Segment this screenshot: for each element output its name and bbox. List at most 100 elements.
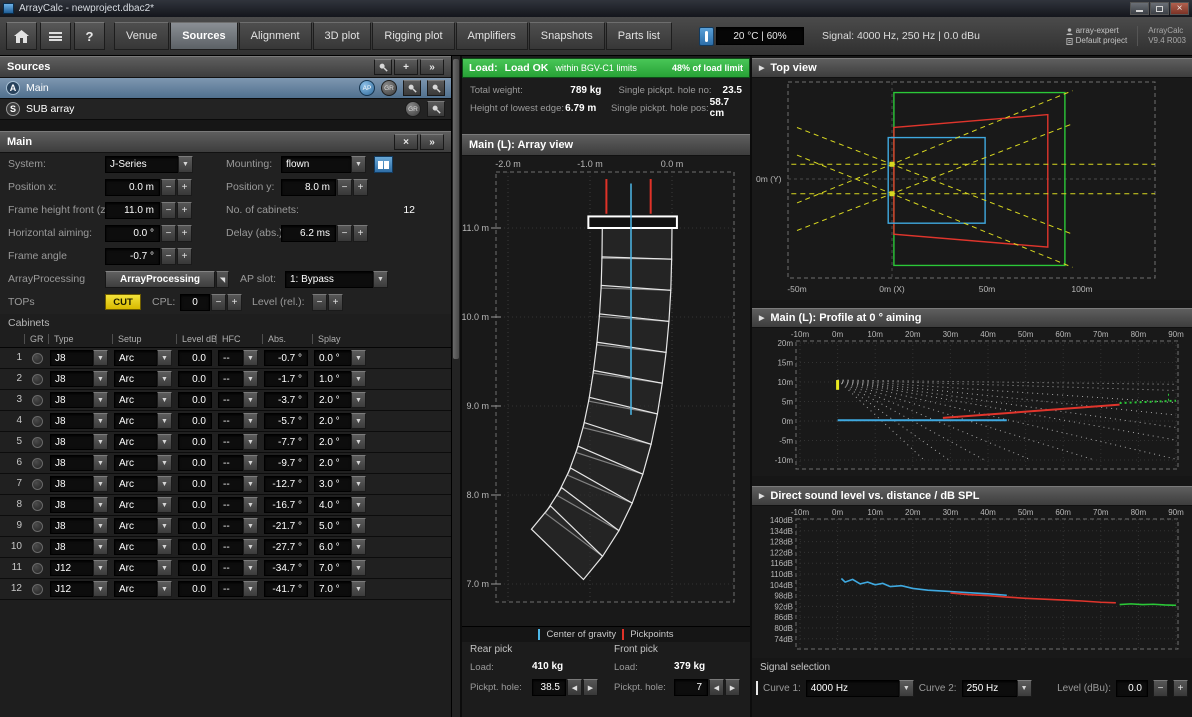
cabinet-setup-dropdown[interactable]: Arc▼ (114, 518, 172, 534)
position-y-field[interactable]: 8.0 m (281, 179, 336, 196)
cabinet-splay-dropdown[interactable]: 5.0 °▼ (314, 518, 366, 534)
cabinet-level-field[interactable]: 0.0 (178, 371, 212, 387)
cabinet-splay-dropdown[interactable]: 2.0 °▼ (314, 413, 366, 429)
cabinet-hfc-dropdown[interactable]: --▼ (218, 350, 258, 366)
cabinet-level-field[interactable]: 0.0 (178, 581, 212, 597)
cabinet-abs-field[interactable]: -34.7 ° (264, 560, 308, 576)
cabinet-hfc-dropdown[interactable]: --▼ (218, 497, 258, 513)
rear-hole-field[interactable]: 38.5 (532, 679, 566, 696)
pin-source-button[interactable] (427, 101, 445, 117)
cabinet-abs-field[interactable]: -41.7 ° (264, 581, 308, 597)
system-dropdown[interactable]: J-Series▼ (105, 156, 193, 173)
sources-scrollbar[interactable] (451, 56, 460, 717)
cabinet-type-dropdown[interactable]: J8▼ (50, 350, 108, 366)
front-hole-prev-button[interactable]: ◀ (709, 679, 724, 696)
cabinet-abs-field[interactable]: -21.7 ° (264, 518, 308, 534)
climate-widget[interactable]: 20 °C | 60% (699, 27, 804, 46)
cabinet-hfc-dropdown[interactable]: --▼ (218, 518, 258, 534)
cabinet-level-field[interactable]: 0.0 (178, 392, 212, 408)
tab-alignment[interactable]: Alignment (239, 22, 312, 50)
home-button[interactable] (6, 22, 37, 50)
cabinet-splay-dropdown[interactable]: 4.0 °▼ (314, 497, 366, 513)
level-dbu-plus-button[interactable]: + (1173, 680, 1188, 697)
cabinet-level-field[interactable]: 0.0 (178, 560, 212, 576)
tab-amplifiers[interactable]: Amplifiers (456, 22, 528, 50)
level-dbu-minus-button[interactable]: − (1153, 680, 1168, 697)
top-view-header[interactable]: ▶ Top view (752, 58, 1192, 78)
cabinet-level-field[interactable]: 0.0 (178, 413, 212, 429)
level-rel-plus-button[interactable]: + (328, 294, 343, 311)
cabinet-type-dropdown[interactable]: J8▼ (50, 434, 108, 450)
delay-field[interactable]: 6.2 ms (281, 225, 336, 242)
cabinet-splay-dropdown[interactable]: 6.0 °▼ (314, 539, 366, 555)
cabinet-level-field[interactable]: 0.0 (178, 476, 212, 492)
cabinet-splay-dropdown[interactable]: 2.0 °▼ (314, 455, 366, 471)
tab-snapshots[interactable]: Snapshots (529, 22, 605, 50)
gr-radio[interactable] (32, 542, 43, 553)
frame-angle-field[interactable]: -0.7 ° (105, 248, 160, 265)
cabinet-setup-dropdown[interactable]: Arc▼ (114, 350, 172, 366)
mounting-dropdown[interactable]: flown▼ (281, 156, 366, 173)
tab-3d-plot[interactable]: 3D plot (313, 22, 372, 50)
cabinet-level-field[interactable]: 0.0 (178, 350, 212, 366)
rear-hole-prev-button[interactable]: ◀ (567, 679, 582, 696)
cpl-plus-button[interactable]: + (227, 294, 242, 311)
cabinet-setup-dropdown[interactable]: Arc▼ (114, 560, 172, 576)
cabinet-abs-field[interactable]: -3.7 ° (264, 392, 308, 408)
position-y-minus-button[interactable]: − (337, 179, 352, 196)
cabinet-setup-dropdown[interactable]: Arc▼ (114, 476, 172, 492)
gr-radio[interactable] (32, 563, 43, 574)
detail-collapse-button[interactable]: » (420, 134, 444, 150)
maximize-button[interactable] (1150, 2, 1169, 15)
pin-source-button-2[interactable] (427, 80, 445, 96)
cabinet-type-dropdown[interactable]: J8▼ (50, 539, 108, 555)
gr-radio[interactable] (32, 395, 43, 406)
delay-minus-button[interactable]: − (337, 225, 352, 242)
ap-chip[interactable]: AP (359, 80, 375, 96)
position-x-minus-button[interactable]: − (161, 179, 176, 196)
level-rel-minus-button[interactable]: − (312, 294, 327, 311)
gr-radio[interactable] (32, 374, 43, 385)
gr-chip[interactable]: GR (405, 101, 421, 117)
gr-radio[interactable] (32, 521, 43, 532)
cabinet-abs-field[interactable]: -16.7 ° (264, 497, 308, 513)
cabinet-setup-dropdown[interactable]: Arc▼ (114, 392, 172, 408)
minimize-button[interactable] (1130, 2, 1149, 15)
sources-collapse-button[interactable]: » (420, 59, 444, 75)
cabinet-type-dropdown[interactable]: J8▼ (50, 476, 108, 492)
cabinet-abs-field[interactable]: -0.7 ° (264, 350, 308, 366)
position-x-field[interactable]: 0.0 m (105, 179, 160, 196)
scrollbar-thumb[interactable] (453, 59, 459, 359)
cut-button[interactable]: CUT (105, 294, 141, 310)
cabinet-abs-field[interactable]: -5.7 ° (264, 413, 308, 429)
cabinet-abs-field[interactable]: -7.7 ° (264, 434, 308, 450)
cabinet-setup-dropdown[interactable]: Arc▼ (114, 497, 172, 513)
profile-header[interactable]: ▶ Main (L): Profile at 0 ° aiming (752, 308, 1192, 328)
cabinet-type-dropdown[interactable]: J8▼ (50, 455, 108, 471)
gr-radio[interactable] (32, 500, 43, 511)
add-source-button[interactable]: + (394, 59, 418, 75)
position-x-plus-button[interactable]: + (177, 179, 192, 196)
close-button[interactable]: × (1170, 2, 1189, 15)
tab-parts-list[interactable]: Parts list (606, 22, 672, 50)
gr-radio[interactable] (32, 479, 43, 490)
source-row-main[interactable]: A Main AP GR (0, 78, 451, 99)
cabinet-setup-dropdown[interactable]: Arc▼ (114, 581, 172, 597)
position-y-plus-button[interactable]: + (353, 179, 368, 196)
account-block[interactable]: array-expert Default project (1066, 26, 1128, 46)
spl-header[interactable]: ▶ Direct sound level vs. distance / dB S… (752, 486, 1192, 506)
delay-plus-button[interactable]: + (353, 225, 368, 242)
cabinet-hfc-dropdown[interactable]: --▼ (218, 434, 258, 450)
pin-source-button[interactable] (403, 80, 421, 96)
cabinet-splay-dropdown[interactable]: 0.0 °▼ (314, 350, 366, 366)
frame-height-plus-button[interactable]: + (177, 202, 192, 219)
detail-close-button[interactable]: × (394, 134, 418, 150)
pin-all-button[interactable] (374, 59, 392, 75)
help-button[interactable]: ? (74, 22, 105, 50)
cabinet-setup-dropdown[interactable]: Arc▼ (114, 455, 172, 471)
level-dbu-field[interactable]: 0.0 (1116, 680, 1148, 697)
cabinet-type-dropdown[interactable]: J8▼ (50, 392, 108, 408)
rear-hole-next-button[interactable]: ▶ (583, 679, 598, 696)
cabinet-type-dropdown[interactable]: J8▼ (50, 371, 108, 387)
cabinet-abs-field[interactable]: -1.7 ° (264, 371, 308, 387)
